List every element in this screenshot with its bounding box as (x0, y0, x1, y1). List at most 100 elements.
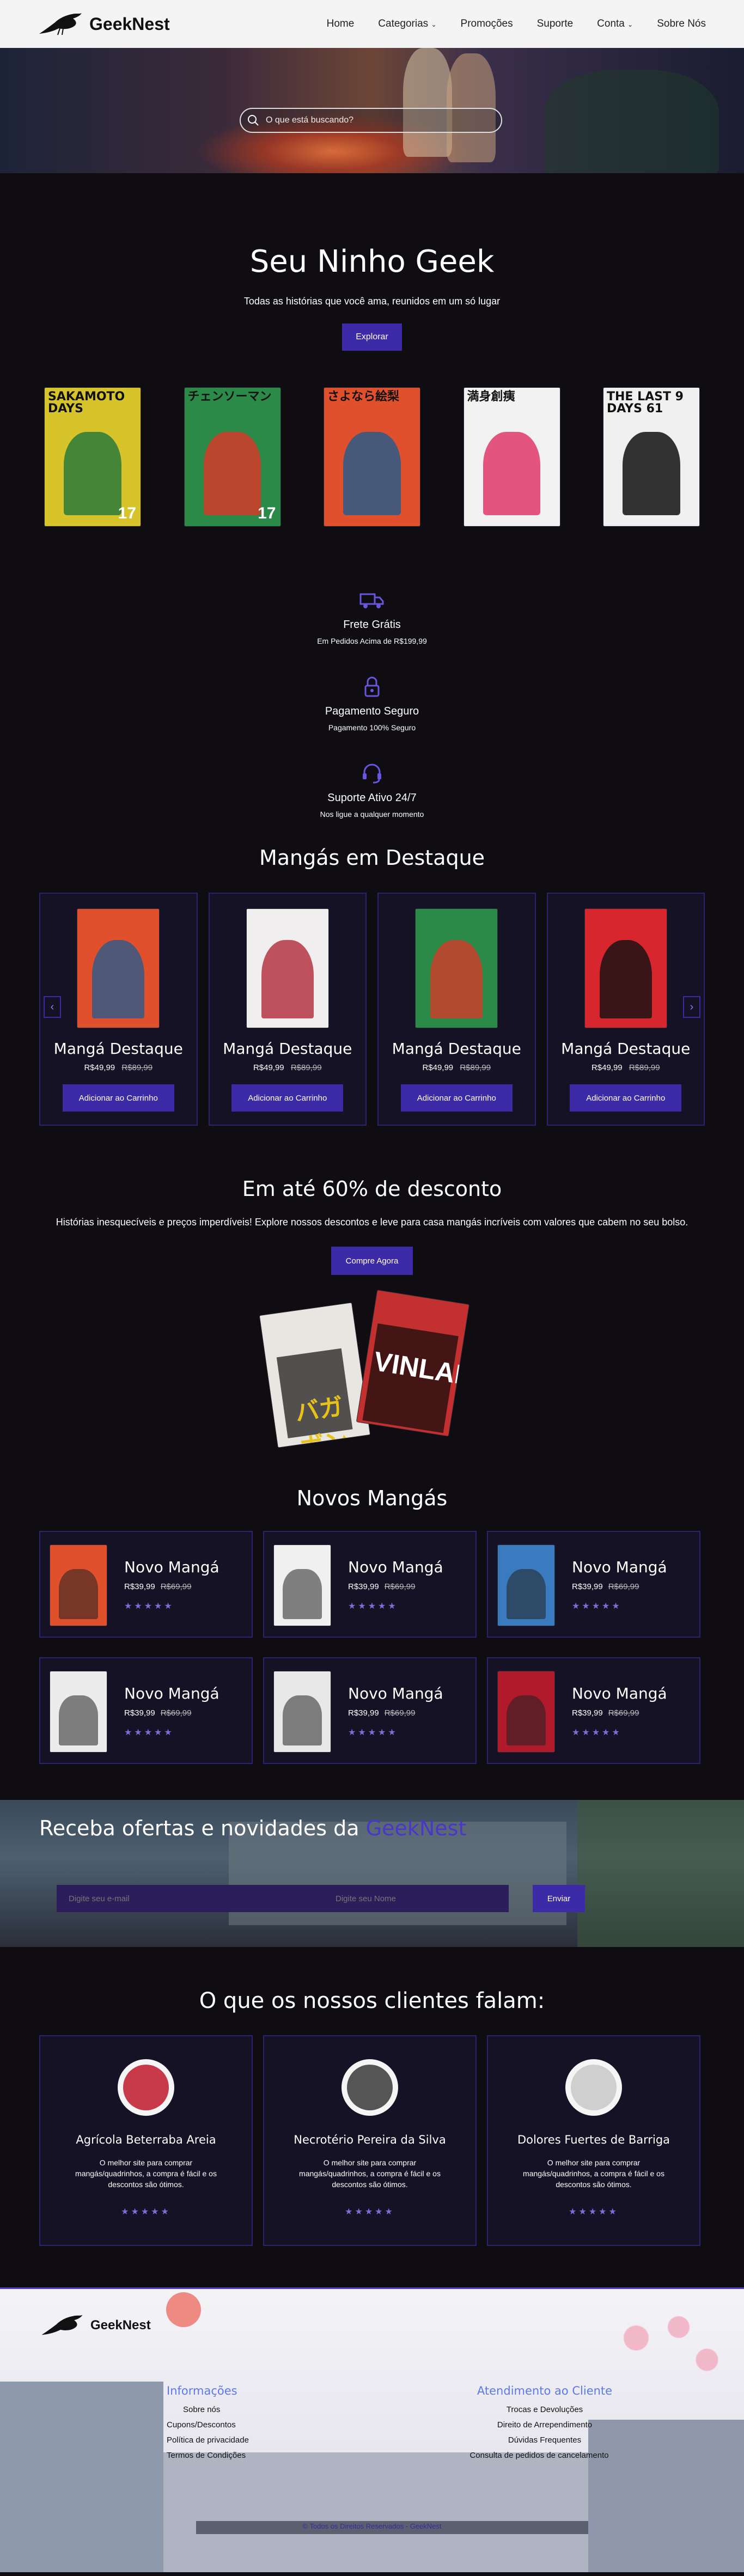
nav-suporte[interactable]: Suporte (537, 18, 574, 30)
chevron-down-icon: ⌄ (431, 21, 437, 28)
newsletter-name-input[interactable] (296, 1885, 509, 1912)
newsletter-email-input[interactable] (57, 1885, 296, 1912)
add-to-cart-button[interactable]: Adicionar ao Carrinho (570, 1084, 682, 1112)
new-product-card[interactable]: Novo Mangá R$39,99 R$69,99 ★★★★★ (487, 1657, 700, 1764)
testimonials-list: Agrícola Beterraba Areia O melhor site pa… (39, 2035, 744, 2246)
nav-categorias[interactable]: Categorias ⌄ (378, 18, 436, 30)
footer-link-sobre[interactable]: Sobre nós (167, 2405, 249, 2414)
hero-foliage (545, 70, 719, 173)
cover-art (430, 939, 483, 1018)
product-cover[interactable] (498, 1545, 554, 1626)
footer-link-termos[interactable]: Termos de Condições (167, 2451, 249, 2460)
rating-stars: ★★★★★ (569, 2207, 619, 2217)
rating-stars: ★★★★★ (121, 2207, 171, 2217)
footer-logo[interactable]: GeekNest (40, 2312, 151, 2339)
promo-book-1: バガボンド (259, 1303, 370, 1448)
manga-cover[interactable]: チェンソーマン 17 (184, 388, 280, 526)
product-cover[interactable] (50, 1545, 107, 1626)
newsletter-brand: GeekNest (365, 1816, 467, 1840)
product-cover[interactable] (584, 909, 667, 1028)
product-price-row: R$39,99 R$69,99 (572, 1708, 639, 1718)
new-product-card[interactable]: Novo Mangá R$39,99 R$69,99 ★★★★★ (263, 1531, 477, 1638)
manga-cover[interactable]: 満身創痍 (464, 388, 560, 526)
testimonial-text: O melhor site para comprar mangás/quadri… (75, 2158, 217, 2189)
product-name: Mangá Destaque (223, 1040, 352, 1058)
new-product-card[interactable]: Novo Mangá R$39,99 R$69,99 ★★★★★ (263, 1657, 477, 1764)
footer-link-arrependimento[interactable]: Direito de Arrependimento (474, 2420, 615, 2430)
carousel-prev-button[interactable]: ‹ (44, 996, 61, 1018)
footer-link-trocas[interactable]: Trocas e Devoluções (474, 2405, 615, 2414)
product-name: Novo Mangá (348, 1684, 443, 1702)
product-price-row: R$49,99 R$89,99 (210, 1063, 366, 1072)
product-old-price: R$69,99 (384, 1582, 416, 1591)
new-product-card[interactable]: Novo Mangá R$39,99 R$69,99 ★★★★★ (39, 1531, 253, 1638)
add-to-cart-button[interactable]: Adicionar ao Carrinho (231, 1084, 344, 1112)
cover-title: 満身創痍 (467, 390, 515, 404)
footer-link-cupons[interactable]: Cupons/Descontos (167, 2420, 249, 2430)
product-cover[interactable] (246, 909, 328, 1028)
testimonial-name: Agrícola Beterraba Areia (76, 2133, 216, 2146)
manga-cover[interactable]: THE LAST 9 DAYS 61 (603, 388, 699, 526)
feature-subtitle: Em Pedidos Acima de R$199,99 (317, 637, 427, 645)
footer-link-privacidade[interactable]: Política de privacidade (167, 2435, 249, 2445)
product-cover[interactable] (77, 909, 160, 1028)
search-bar[interactable] (240, 108, 502, 133)
product-price-row: R$39,99 R$69,99 (124, 1582, 191, 1591)
nav-promocoes[interactable]: Promoções (461, 18, 513, 30)
new-product-card[interactable]: Novo Mangá R$39,99 R$69,99 ★★★★★ (39, 1657, 253, 1764)
search-icon (248, 115, 259, 126)
feature-subtitle: Pagamento 100% Seguro (328, 723, 416, 732)
product-price: R$39,99 (572, 1708, 603, 1718)
manga-cover[interactable]: SAKAMOTO DAYS 17 (45, 388, 141, 526)
carousel-next-button[interactable]: › (683, 996, 700, 1018)
product-cover[interactable] (274, 1671, 331, 1752)
raven-icon (41, 2315, 83, 2335)
new-title: Novos Mangás (296, 1486, 448, 1510)
cover-title: SAKAMOTO DAYS (48, 390, 125, 416)
intro-subtitle: Todas as histórias que você ama, reunido… (243, 296, 501, 307)
search-input[interactable] (266, 115, 501, 125)
newsletter-submit-button[interactable]: Enviar (533, 1885, 585, 1912)
cover-art (623, 432, 680, 515)
nav-sobre[interactable]: Sobre Nós (657, 18, 706, 30)
rating-stars: ★★★★★ (345, 2207, 395, 2217)
product-cover[interactable] (416, 909, 498, 1028)
testimonial-text: O melhor site para comprar mangás/quadri… (523, 2158, 664, 2189)
add-to-cart-button[interactable]: Adicionar ao Carrinho (400, 1084, 513, 1112)
brand-logo[interactable]: GeekNest (38, 10, 170, 38)
product-cover[interactable] (50, 1671, 107, 1752)
product-price-row: R$49,99 R$89,99 (379, 1063, 535, 1072)
cover-art (92, 939, 145, 1018)
testimonials-title: O que os nossos clientes falam: (199, 1988, 545, 2013)
new-product-card[interactable]: Novo Mangá R$39,99 R$69,99 ★★★★★ (487, 1531, 700, 1638)
featured-product-card: Mangá Destaque R$49,99 R$89,99 Adicionar a… (39, 893, 198, 1126)
product-cover[interactable] (498, 1671, 554, 1752)
product-price-row: R$49,99 R$89,99 (40, 1063, 197, 1072)
product-cover[interactable] (274, 1545, 331, 1626)
footer-link-cancelamento[interactable]: Consulta de pedidos de cancelamento (463, 2451, 615, 2460)
product-name: Novo Mangá (572, 1558, 667, 1576)
newsletter-section: Receba ofertas e novidades da GeekNest E… (0, 1800, 744, 1947)
testimonial-name: Necrotério Pereira da Silva (294, 2133, 446, 2146)
hero-banner (0, 48, 744, 173)
raven-icon (39, 13, 82, 35)
avatar-image (571, 2065, 617, 2110)
footer-info-col: Informações Sobre nós Cupons/Descontos P… (167, 2384, 249, 2466)
avatar-image (123, 2065, 169, 2110)
nav-home[interactable]: Home (327, 18, 355, 30)
testimonial-card: Necrotério Pereira da Silva O melhor site… (263, 2035, 477, 2246)
explore-button[interactable]: Explorar (342, 323, 402, 351)
add-to-cart-button[interactable]: Adicionar ao Carrinho (62, 1084, 174, 1112)
chevron-left-icon: ‹ (50, 1000, 54, 1013)
product-price: R$49,99 (422, 1063, 454, 1072)
cover-art (58, 1695, 99, 1746)
product-old-price: R$69,99 (160, 1582, 192, 1591)
product-old-price: R$89,99 (121, 1063, 153, 1072)
cover-art (483, 432, 541, 515)
manga-cover[interactable]: さよなら絵梨 (324, 388, 420, 526)
nav-conta[interactable]: Conta ⌄ (597, 18, 633, 30)
buy-now-button[interactable]: Compre Agora (331, 1247, 413, 1275)
product-price: R$49,99 (591, 1063, 623, 1072)
footer-link-duvidas[interactable]: Dúvidas Frequentes (474, 2435, 615, 2445)
product-price-row: R$49,99 R$89,99 (548, 1063, 704, 1072)
